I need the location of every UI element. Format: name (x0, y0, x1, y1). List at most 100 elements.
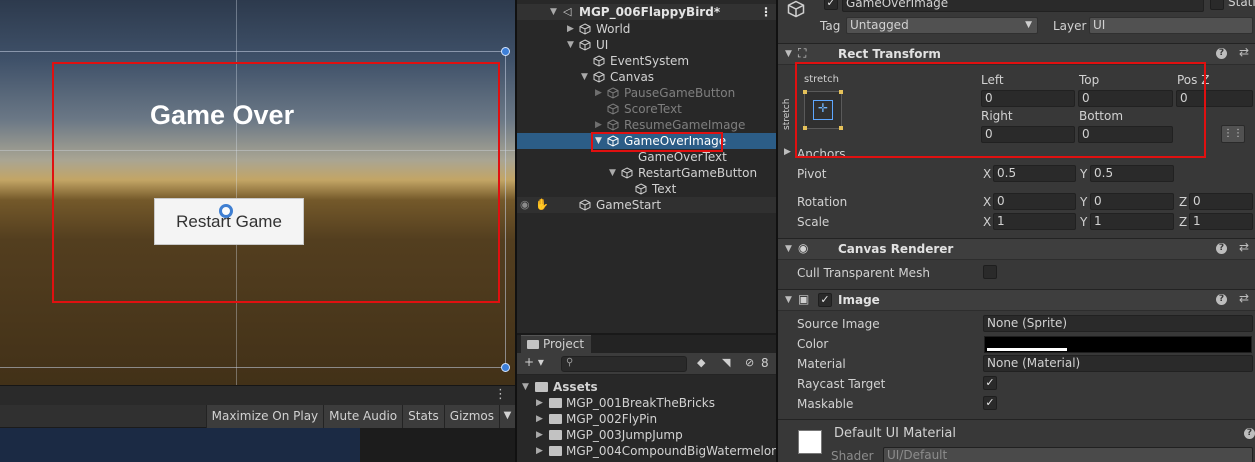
project-item-folder[interactable]: ▶ MGP_003JumpJump (517, 427, 776, 443)
project-item-folder[interactable]: ▶ MGP_001BreakTheBricks (517, 395, 776, 411)
expand-arrow-icon[interactable]: ▶ (595, 117, 602, 133)
pickable-hand-icon[interactable]: ✋ (535, 197, 549, 213)
rotation-z-input[interactable]: 0 (1189, 193, 1253, 210)
hierarchy-item-resumegameimage[interactable]: ▶ ResumeGameImage (517, 117, 776, 133)
pivot-y-input[interactable]: 0.5 (1090, 165, 1174, 182)
gameobject-cube-icon (635, 183, 647, 195)
hierarchy-item-pausegamebutton[interactable]: ▶ PauseGameButton (517, 85, 776, 101)
rotation-y-input[interactable]: 0 (1090, 193, 1174, 210)
component-menu-icon[interactable]: ⇄ (1239, 240, 1249, 254)
expand-arrow-icon[interactable]: ▼ (567, 37, 574, 53)
help-icon[interactable]: ? (1216, 294, 1227, 305)
help-icon[interactable]: ? (1216, 243, 1227, 254)
foldout-arrow-icon[interactable]: ▼ (785, 49, 792, 59)
expand-arrow-icon[interactable]: ▼ (581, 69, 588, 85)
hidden-packages-icon[interactable]: ⊘ (745, 356, 754, 369)
scale-y-input[interactable]: 1 (1090, 213, 1174, 230)
help-icon[interactable]: ? (1216, 48, 1227, 59)
pivot-x-input[interactable]: 0.5 (993, 165, 1076, 182)
game-view[interactable] (0, 428, 515, 462)
folder-icon (549, 430, 562, 440)
expand-arrow-icon[interactable]: ▶ (536, 411, 543, 427)
maximize-on-play-toggle[interactable]: Maximize On Play (205, 405, 324, 428)
scale-x-input[interactable]: 1 (993, 213, 1076, 230)
create-asset-button[interactable]: + ▾ (524, 355, 544, 369)
project-tab[interactable]: Project (521, 335, 591, 353)
rect-handle-bottom-right[interactable] (501, 363, 510, 372)
project-item-folder[interactable]: ▶ MGP_004CompoundBigWatermelon (517, 443, 776, 459)
maskable-checkbox[interactable]: ✓ (983, 396, 997, 410)
material-field[interactable]: None (Material) (983, 355, 1253, 372)
expand-arrow-icon[interactable]: ▼ (522, 379, 529, 395)
filter-by-label-icon[interactable]: ◥ (722, 356, 730, 369)
filter-by-type-icon[interactable]: ◆ (697, 356, 705, 369)
alpha-bar (987, 348, 1067, 351)
canvas-renderer-title: Canvas Renderer (838, 242, 954, 256)
scene-menu-icon[interactable]: ⋮ (760, 4, 772, 20)
project-item-folder[interactable]: ▶ MGP_002FlyPin (517, 411, 776, 427)
expand-arrow-icon[interactable]: ▶ (536, 427, 543, 443)
scene-view[interactable]: Game Over Restart Game (0, 0, 515, 385)
axis-z-label: Z (1179, 215, 1188, 229)
hierarchy-item-gamestart[interactable]: ◉ ✋ GameStart (517, 197, 776, 213)
gameobject-cube-icon (579, 199, 591, 211)
foldout-arrow-icon[interactable]: ▼ (785, 244, 792, 254)
expand-arrow-icon[interactable]: ▶ (536, 395, 543, 411)
visibility-eye-icon[interactable]: ◉ (520, 197, 530, 213)
expand-arrow-icon[interactable]: ▶ (536, 443, 543, 459)
hierarchy-item-world[interactable]: ▶ World (517, 21, 776, 37)
gizmos-toggle[interactable]: Gizmos (443, 405, 499, 428)
hierarchy-item-text[interactable]: Text (517, 181, 776, 197)
gameobject-cube-icon (607, 87, 619, 99)
foldout-arrow-icon[interactable]: ▼ (785, 295, 792, 305)
scale-z-input[interactable]: 1 (1189, 213, 1253, 230)
folder-icon (549, 398, 562, 408)
folder-icon (549, 414, 562, 424)
cull-transparent-mesh-checkbox[interactable] (983, 265, 997, 279)
rect-handle-top-right[interactable] (501, 47, 510, 56)
gizmos-dropdown-arrow-icon[interactable]: ▼ (499, 405, 515, 428)
highlight-box-hierarchy (591, 132, 723, 152)
unity-scene-icon: ◁ (563, 5, 572, 18)
expand-arrow-icon[interactable]: ▶ (567, 21, 574, 37)
stats-toggle[interactable]: Stats (402, 405, 444, 428)
project-item-assets[interactable]: ▼ Assets (517, 379, 776, 395)
hierarchy-item-eventsystem[interactable]: EventSystem (517, 53, 776, 69)
hierarchy-item-label: GameStart (596, 198, 662, 212)
static-checkbox[interactable] (1210, 0, 1224, 10)
hierarchy-item-ui[interactable]: ▼ UI (517, 37, 776, 53)
expand-arrow-icon[interactable]: ▼ (550, 4, 557, 20)
component-menu-icon[interactable]: ⇄ (1239, 291, 1249, 305)
hierarchy-item-scoretext[interactable]: ScoreText (517, 101, 776, 117)
component-menu-icon[interactable]: ⇄ (1239, 45, 1249, 59)
hierarchy-scene-row[interactable]: ▼ ◁ MGP_006FlappyBird* ⋮ (517, 4, 776, 20)
foldout-arrow-icon[interactable]: ▶ (784, 147, 791, 157)
project-item-label: MGP_001BreakTheBricks (566, 396, 715, 410)
object-name-input[interactable]: GameOverImage (842, 0, 1204, 12)
image-enabled-checkbox[interactable]: ✓ (818, 293, 832, 307)
dropdown-arrow-icon: ▼ (1025, 20, 1032, 30)
tag-dropdown[interactable]: Untagged ▼ (846, 17, 1038, 34)
rotation-x-input[interactable]: 0 (993, 193, 1076, 210)
raycast-target-checkbox[interactable]: ✓ (983, 376, 997, 390)
project-toolbar: + ▾ ⚲ ◆ ◥ ⊘ 8 (517, 353, 776, 375)
color-field[interactable] (984, 336, 1252, 353)
gameobject-cube-icon (593, 71, 605, 83)
help-icon[interactable]: ? (1244, 428, 1255, 439)
gameobject-cube-icon (579, 39, 591, 51)
shader-dropdown[interactable]: UI/Default (883, 447, 1253, 462)
source-image-field[interactable]: None (Sprite) (983, 315, 1253, 332)
expand-arrow-icon[interactable]: ▼ (609, 165, 616, 181)
hierarchy-item-canvas[interactable]: ▼ Canvas (517, 69, 776, 85)
active-checkbox[interactable]: ✓ (824, 0, 838, 10)
scale-label: Scale (797, 215, 830, 229)
canvas-renderer-header[interactable]: ▼ ◉ Canvas Renderer ? ⇄ (778, 238, 1255, 260)
mute-audio-toggle[interactable]: Mute Audio (323, 405, 403, 428)
project-search-input[interactable]: ⚲ (561, 356, 687, 372)
expand-arrow-icon[interactable]: ▶ (595, 85, 602, 101)
raw-edit-button[interactable]: ⋮⋮ (1221, 125, 1245, 143)
hierarchy-item-restartgamebutton[interactable]: ▼ RestartGameButton (517, 165, 776, 181)
game-view-menu-icon[interactable]: ⋮ (494, 387, 507, 402)
layer-dropdown[interactable]: UI (1089, 17, 1253, 34)
image-header[interactable]: ▼ ▣ ✓ Image ? ⇄ (778, 289, 1255, 311)
